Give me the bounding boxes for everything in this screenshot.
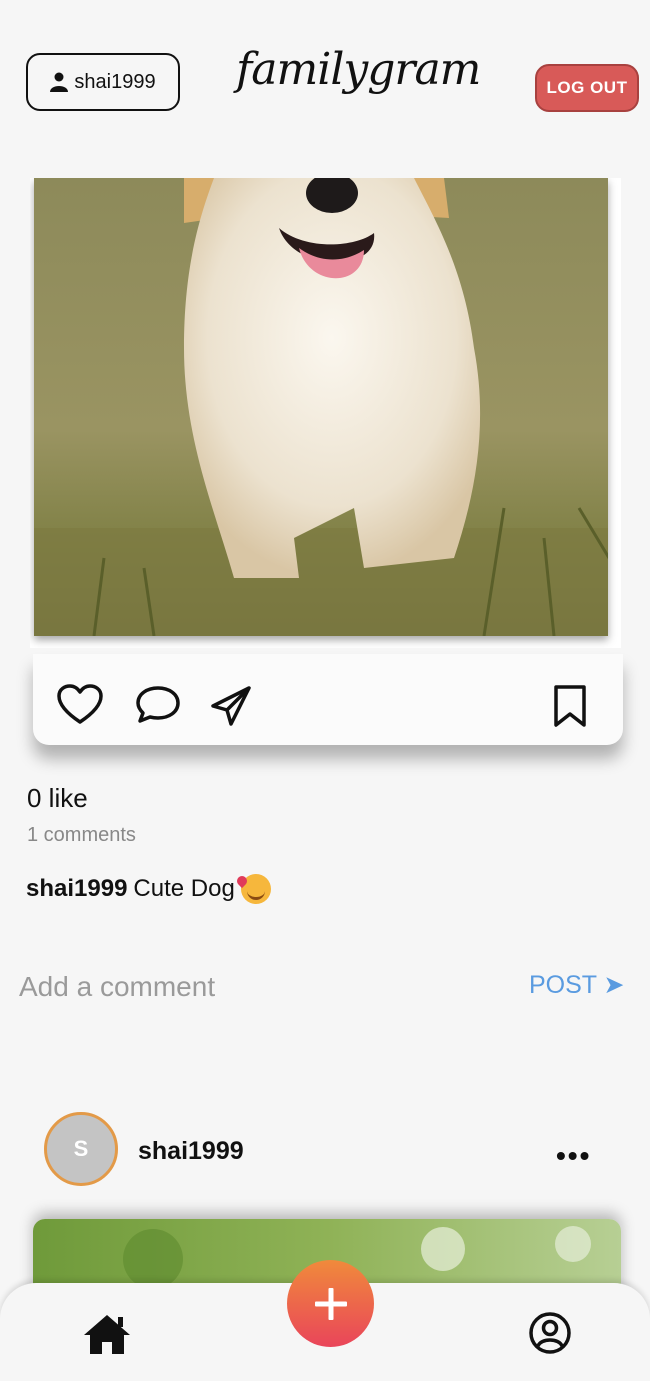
comment-input[interactable] xyxy=(17,966,501,1008)
post-action-bar xyxy=(33,654,623,745)
add-post-button[interactable] xyxy=(287,1260,374,1347)
app-header: shai1999 familygram LOG OUT xyxy=(0,0,650,150)
send-icon[interactable] xyxy=(209,684,253,728)
home-icon[interactable] xyxy=(82,1313,132,1355)
brand-logo: familygram xyxy=(236,44,481,95)
more-icon[interactable]: ••• xyxy=(556,1140,591,1172)
comments-count[interactable]: 1 comments xyxy=(27,824,136,847)
logout-button[interactable]: LOG OUT xyxy=(535,64,639,112)
avatar[interactable]: S xyxy=(44,1112,118,1186)
username-label: shai1999 xyxy=(74,70,156,93)
comment-icon[interactable] xyxy=(135,684,181,726)
heart-icon[interactable] xyxy=(57,684,103,726)
plus-icon xyxy=(314,1287,347,1320)
post-comment-button[interactable]: POST ➤ xyxy=(529,970,625,1000)
smiling-hearts-emoji-icon xyxy=(240,874,271,904)
caption-text: Cute Dog xyxy=(133,875,235,902)
post-caption: shai1999 Cute Dog xyxy=(26,874,271,904)
user-icon xyxy=(50,72,69,92)
like-count: 0 like xyxy=(27,783,88,813)
user-profile-button[interactable]: shai1999 xyxy=(26,53,180,111)
caption-username[interactable]: shai1999 xyxy=(26,875,127,903)
profile-icon[interactable] xyxy=(528,1311,572,1355)
bookmark-icon[interactable] xyxy=(553,684,587,728)
post-username[interactable]: shai1999 xyxy=(138,1137,244,1166)
post-image-container xyxy=(30,178,621,648)
post-photo xyxy=(34,178,608,636)
